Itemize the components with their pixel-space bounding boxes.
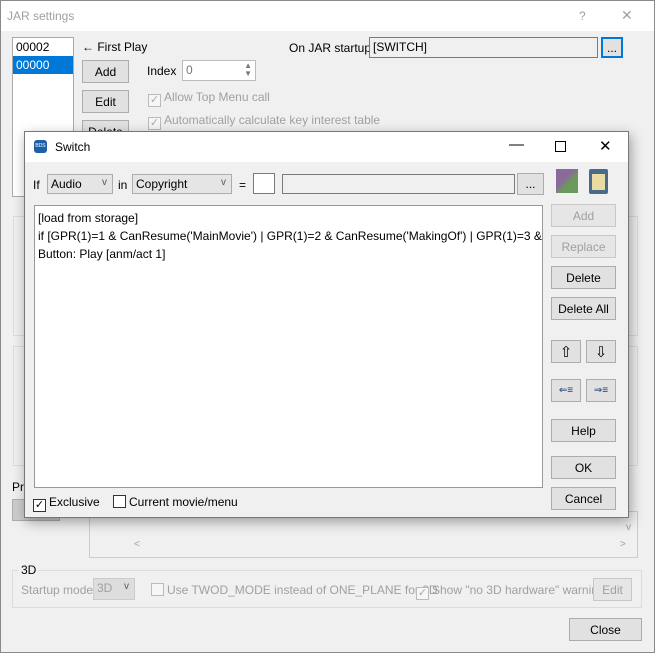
title-bar: JAR settings ? ✕ [1,1,654,31]
command-line[interactable]: [load from storage] [38,209,539,227]
delete-all-button[interactable]: Delete All [551,297,616,320]
first-play-label: ← First Play [82,40,148,54]
command-list[interactable]: [load from storage] if [GPR(1)=1 & CanRe… [34,205,543,488]
maximize-icon[interactable] [555,141,566,152]
close-button[interactable]: Close [569,618,642,641]
group-3d-label: 3D [19,563,39,577]
in-label: in [118,178,128,192]
add-button[interactable]: Add [551,204,616,227]
close-icon[interactable]: ✕ [599,137,612,155]
window-title: JAR settings [7,9,75,23]
startup-mode-label: Startup mode [21,583,94,597]
delete-button[interactable]: Delete [551,266,616,289]
in-value: Copyright [136,177,188,191]
startup-browse-button[interactable]: ... [601,37,623,58]
move-down-button[interactable]: ⇩ [586,340,616,363]
index-field[interactable]: 0 ▲ ▼ [182,60,256,81]
help-icon[interactable]: ? [579,9,586,23]
startup-field[interactable]: [SWITCH] [369,37,598,58]
command-line[interactable]: Button: Play [anm/act 1] [38,245,539,263]
equals-label: = [239,178,247,192]
auto-key-checkbox[interactable]: ✓ Automatically calculate key interest ta… [148,113,380,130]
index-label: Index [147,64,177,78]
in-select[interactable]: Copyright v [132,174,232,194]
operator-field[interactable] [253,173,275,194]
replace-button[interactable]: Replace [551,235,616,258]
switch-title: Switch [55,140,91,154]
startup-mode-value: 3D [97,581,113,595]
if-value: Audio [51,177,82,191]
startup-mode-select[interactable]: 3D v [93,578,135,600]
twod-mode-label: Use TWOD_MODE instead of ONE_PLANE for 2… [167,583,438,597]
paste-icon[interactable] [589,169,608,194]
index-value: 0 [186,63,193,77]
if-label: If [33,178,40,192]
allow-top-menu-checkbox[interactable]: ✓ Allow Top Menu call [148,90,270,107]
chevron-down-icon: v [124,581,129,592]
app-icon: BDS [34,140,47,153]
value-field[interactable] [282,174,515,194]
current-movie-checkbox[interactable]: Current movie/menu [113,495,238,509]
chevron-down-icon: v [102,177,107,188]
twod-mode-checkbox[interactable]: Use TWOD_MODE instead of ONE_PLANE for 2… [151,583,438,597]
cancel-button[interactable]: Cancel [551,487,616,510]
ok-button[interactable]: OK [551,456,616,479]
help-button[interactable]: Help [551,419,616,442]
minimize-icon[interactable]: — [509,136,524,153]
scroll-down-icon[interactable]: v [626,522,631,533]
outdent-button[interactable]: ⇐≡ [551,379,581,402]
edit-button[interactable]: Edit [82,90,129,113]
scroll-area[interactable]: < > v [89,511,638,558]
copy-icon[interactable] [556,169,578,193]
move-up-button[interactable]: ⇧ [551,340,581,363]
scroll-left-icon[interactable]: < [134,539,140,550]
indent-button[interactable]: ⇒≡ [586,379,616,402]
scroll-right-icon[interactable]: > [620,539,626,550]
spinner-icon[interactable]: ▲ ▼ [244,62,252,78]
exclusive-checkbox[interactable]: ✓ Exclusive [33,495,100,512]
close-icon[interactable]: ✕ [621,7,633,24]
chevron-down-icon: v [221,177,226,188]
list-item-selected[interactable]: 00000 [13,56,73,74]
exclusive-label: Exclusive [49,495,100,509]
current-movie-label: Current movie/menu [129,495,238,509]
if-select[interactable]: Audio v [47,174,113,194]
add-button[interactable]: Add [82,60,129,83]
auto-key-label: Automatically calculate key interest tab… [164,113,381,127]
list-item[interactable]: 00002 [13,38,73,56]
no3d-warning-label: Show "no 3D hardware" warning [432,583,605,597]
startup-label: On JAR startup [289,41,372,55]
switch-title-bar: BDS Switch — ✕ [25,132,628,162]
command-line[interactable]: if [GPR(1)=1 & CanResume('MainMovie') | … [38,227,542,245]
switch-dialog: BDS Switch — ✕ If Audio v in Copyright v =… [24,131,629,518]
edit-3d-button[interactable]: Edit [593,578,632,601]
no3d-warning-checkbox[interactable]: ✓ Show "no 3D hardware" warning [416,583,605,600]
value-browse-button[interactable]: ... [517,173,544,195]
allow-top-menu-label: Allow Top Menu call [164,90,270,104]
